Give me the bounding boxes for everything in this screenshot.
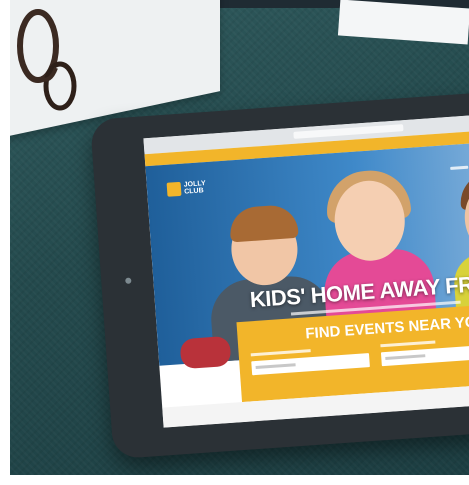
- field-placeholder: [255, 363, 296, 370]
- tablet-screen: JOLLY CLUB KIDS' HOME AWAY FROM FIND EVE…: [143, 111, 469, 428]
- field-placeholder: [385, 354, 426, 360]
- site-nav: [450, 162, 469, 170]
- paper-sheet-right: [337, 0, 469, 45]
- tablet-home-button: [125, 277, 132, 284]
- nav-item: [450, 165, 469, 170]
- site-logo: JOLLY CLUB: [166, 180, 215, 197]
- field-label: [250, 349, 311, 357]
- tablet: JOLLY CLUB KIDS' HOME AWAY FROM FIND EVE…: [90, 90, 469, 460]
- background-child: [179, 335, 232, 370]
- photo: JOLLY CLUB KIDS' HOME AWAY FROM FIND EVE…: [10, 0, 469, 475]
- location-field: [251, 353, 370, 376]
- field-label: [380, 340, 436, 348]
- events-title: FIND EVENTS NEAR YO: [304, 313, 469, 343]
- boy-hair: [228, 203, 299, 243]
- logo-text: JOLLY CLUB: [183, 180, 206, 196]
- logo-mark-icon: [166, 181, 182, 197]
- glasses-icon: [17, 9, 77, 111]
